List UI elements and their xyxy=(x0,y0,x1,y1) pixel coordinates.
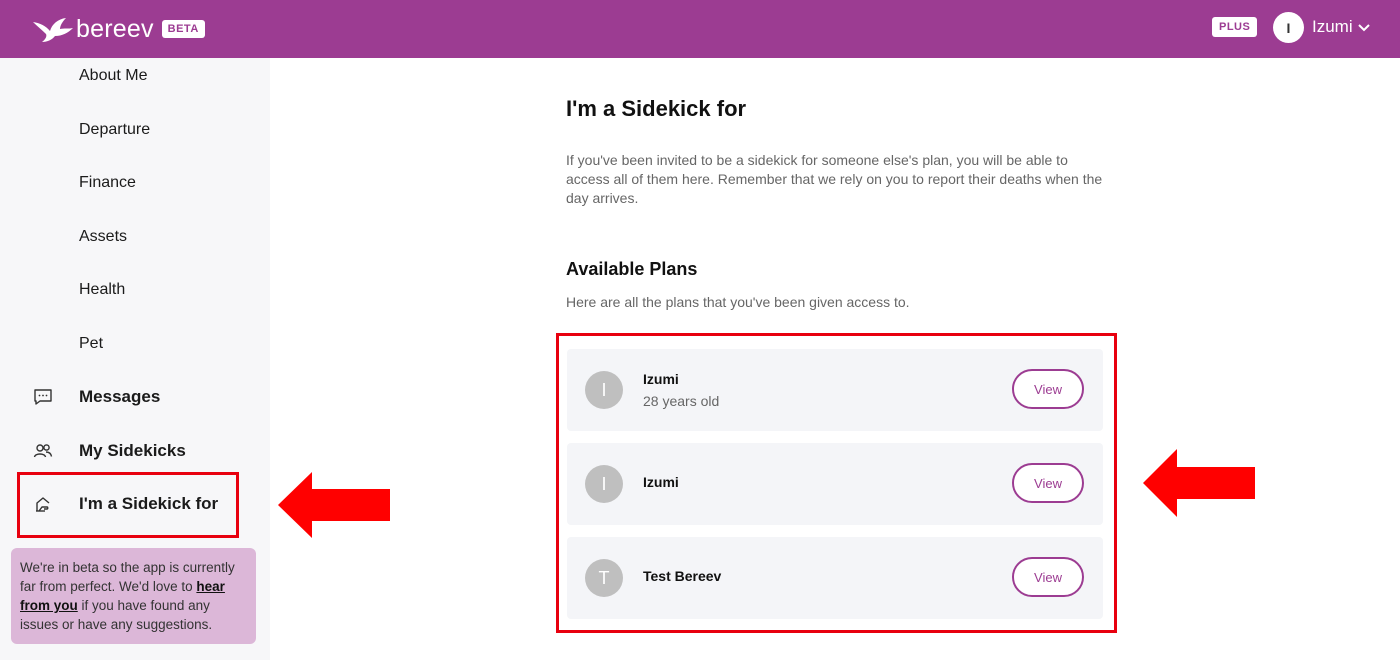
sidebar-item-pet[interactable]: Pet xyxy=(0,324,270,364)
page-title: I'm a Sidekick for xyxy=(566,96,747,121)
plan-owner-name: Test Bereev xyxy=(643,568,722,584)
plan-card: T Test Bereev View xyxy=(567,537,1103,619)
annotation-arrow-left xyxy=(278,472,390,538)
section-description: Here are all the plans that you've been … xyxy=(566,294,910,310)
sidebar-item-label: Health xyxy=(79,281,126,298)
sidebar-item-label: Departure xyxy=(79,121,151,138)
sidebar-item-finance[interactable]: Finance xyxy=(0,163,270,203)
sidebar-item-health[interactable]: Health xyxy=(0,270,270,310)
plus-badge: PLUS xyxy=(1212,17,1258,37)
avatar: I xyxy=(585,465,623,503)
sidebar-item-label: Finance xyxy=(79,174,136,191)
people-icon xyxy=(33,444,53,458)
avatar: I xyxy=(585,371,623,409)
view-plan-button[interactable]: View xyxy=(1012,369,1084,409)
plan-owner-name: Izumi xyxy=(643,474,679,490)
user-menu-name[interactable]: Izumi xyxy=(1312,17,1353,37)
sidebar-item-my-sidekicks[interactable]: My Sidekicks xyxy=(0,431,270,471)
sidebar-item-label: Assets xyxy=(79,228,128,245)
avatar: T xyxy=(585,559,623,597)
view-plan-button[interactable]: View xyxy=(1012,463,1084,503)
plan-owner-age: 28 years old xyxy=(643,393,720,409)
plan-card: I Izumi View xyxy=(567,443,1103,525)
top-bar: bereev BETA PLUS I Izumi xyxy=(0,0,1400,58)
beta-feedback-note: We're in beta so the app is currently fa… xyxy=(11,548,256,644)
sidebar-item-label: Pet xyxy=(79,335,104,352)
annotation-highlight-box xyxy=(17,472,239,538)
bird-logo-icon xyxy=(33,18,73,42)
section-title: Available Plans xyxy=(566,259,698,279)
logo[interactable]: bereev BETA xyxy=(32,14,205,44)
sidebar-item-label: Messages xyxy=(79,387,161,406)
chevron-down-icon[interactable] xyxy=(1358,22,1370,32)
beta-badge: BETA xyxy=(161,20,205,38)
sidebar-item-departure[interactable]: Departure xyxy=(0,110,270,150)
annotation-arrow-right xyxy=(1143,449,1255,517)
sidebar-item-label: About Me xyxy=(79,67,148,84)
chat-bubble-icon xyxy=(34,389,52,405)
plan-owner-name: Izumi xyxy=(643,371,679,387)
plan-card: I Izumi 28 years old View xyxy=(567,349,1103,431)
sidebar-item-assets[interactable]: Assets xyxy=(0,217,270,257)
sidebar-item-messages[interactable]: Messages xyxy=(0,377,270,417)
user-avatar[interactable]: I xyxy=(1273,12,1304,43)
sidebar-item-label: My Sidekicks xyxy=(79,441,186,460)
page-description: If you've been invited to be a sidekick … xyxy=(566,152,1103,206)
sidebar-item-about-me[interactable]: About Me xyxy=(0,56,270,96)
logo-text: bereev xyxy=(76,14,154,43)
view-plan-button[interactable]: View xyxy=(1012,557,1084,597)
